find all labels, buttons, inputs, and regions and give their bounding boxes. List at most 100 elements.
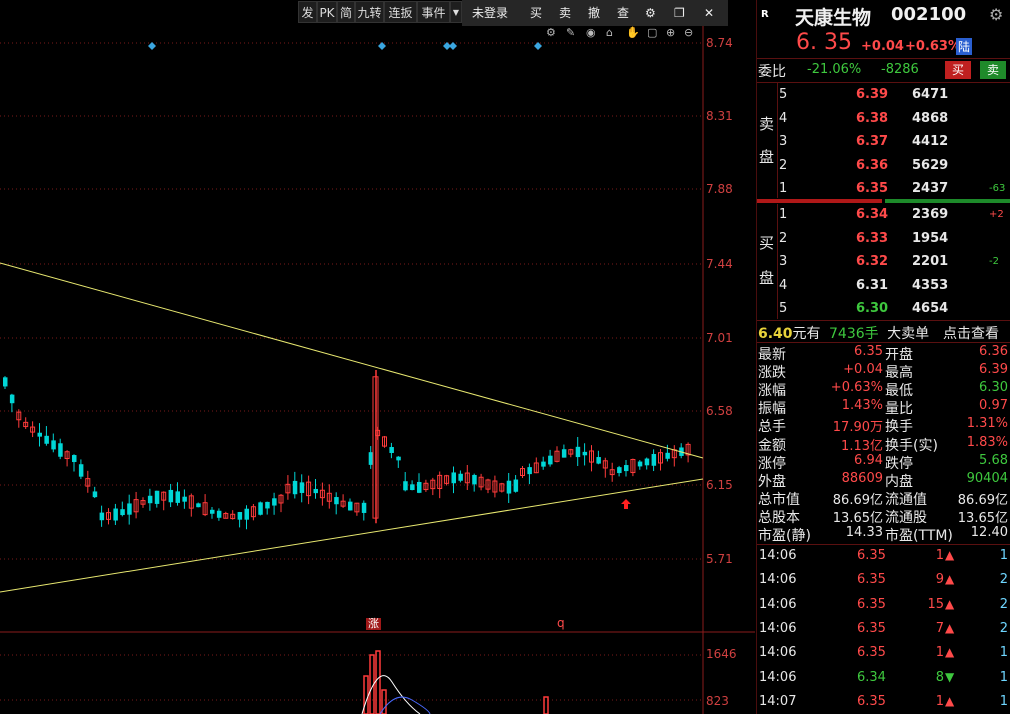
kline-chart[interactable] bbox=[0, 26, 755, 714]
quick-buy-button[interactable]: 买 bbox=[945, 61, 971, 79]
candle-body bbox=[147, 495, 153, 504]
book-change: +2 bbox=[989, 209, 1004, 220]
stat-label: 最低 bbox=[885, 383, 913, 400]
tick-volume: 9 bbox=[935, 572, 944, 588]
weibi-diff: -8286 bbox=[881, 62, 919, 77]
stat-label: 外盘 bbox=[758, 473, 786, 490]
book-level: 3 bbox=[779, 134, 788, 150]
tick-count: 1 bbox=[999, 693, 1008, 709]
stat-label: 总市值 bbox=[758, 491, 800, 508]
candle-body bbox=[617, 467, 622, 474]
price-tick: 6.58 bbox=[706, 404, 733, 418]
candle-body bbox=[299, 482, 305, 493]
tick-count: 1 bbox=[999, 669, 1008, 685]
book-volume: 2437 bbox=[912, 181, 949, 197]
tick-volume: 7 bbox=[935, 620, 944, 636]
limit-up-marker[interactable]: 涨 bbox=[366, 618, 381, 630]
candle-body bbox=[113, 508, 118, 521]
toolbar-button-jiuzhuan[interactable]: 九转 bbox=[355, 1, 384, 23]
book-volume: 2369 bbox=[912, 207, 949, 222]
q-marker[interactable]: q bbox=[557, 616, 565, 630]
event-marker-icon bbox=[449, 42, 457, 50]
book-price[interactable]: 6.32 bbox=[856, 254, 888, 269]
cancel-order-button[interactable]: 撤 bbox=[588, 0, 600, 26]
arrow-up-icon: ▲ bbox=[945, 548, 955, 562]
restore-window-icon[interactable]: ❐ bbox=[674, 0, 685, 26]
book-price[interactable]: 6.36 bbox=[856, 158, 888, 173]
arrow-up-icon: ▲ bbox=[945, 693, 955, 708]
candle-body bbox=[92, 491, 98, 498]
arrow-up-icon: ▲ bbox=[945, 596, 955, 611]
stat-value: 90404 bbox=[966, 470, 1008, 486]
candle-body bbox=[154, 490, 160, 504]
stat-label: 总股本 bbox=[758, 509, 800, 526]
candle-body bbox=[596, 457, 601, 464]
close-icon[interactable]: ✕ bbox=[704, 0, 714, 26]
candle-body bbox=[665, 452, 670, 459]
candle-body bbox=[258, 502, 263, 515]
book-price[interactable]: 6.39 bbox=[856, 87, 888, 102]
book-price[interactable]: 6.35 bbox=[856, 181, 888, 196]
candle-body bbox=[237, 512, 243, 520]
toolbar-dropdown-icon[interactable]: ▼ bbox=[450, 1, 462, 23]
candle-body bbox=[396, 456, 401, 461]
toolbar-button-pk[interactable]: PK bbox=[317, 1, 337, 23]
stat-value: 6.39 bbox=[979, 362, 1008, 378]
stat-value: 12.40 bbox=[970, 525, 1008, 540]
tick-count: 2 bbox=[999, 572, 1008, 588]
current-price: 6. 35 bbox=[796, 30, 852, 55]
stat-label: 市盈(TTM) bbox=[885, 528, 953, 544]
book-volume: 5629 bbox=[912, 157, 949, 173]
tick-price: 6.35 bbox=[857, 572, 886, 588]
candle-body bbox=[472, 474, 477, 485]
login-button[interactable]: 未登录 bbox=[472, 0, 508, 26]
book-price[interactable]: 6.30 bbox=[856, 301, 888, 316]
stat-value: +0.63% bbox=[830, 380, 883, 396]
book-price[interactable]: 6.34 bbox=[856, 207, 888, 222]
candle-body bbox=[637, 461, 643, 467]
book-volume: 1954 bbox=[912, 230, 949, 246]
toolbar-button-simple[interactable]: 简 bbox=[337, 1, 355, 23]
upper-trendline bbox=[0, 262, 704, 459]
sell-button[interactable]: 卖 bbox=[559, 0, 571, 26]
quick-sell-button[interactable]: 卖 bbox=[980, 61, 1006, 79]
stat-label: 市盈(静) bbox=[758, 528, 811, 544]
query-button[interactable]: 查 bbox=[617, 0, 629, 26]
view-big-order-link[interactable]: 点击查看 bbox=[943, 323, 999, 343]
price-change: +0.04 bbox=[861, 39, 904, 54]
settings-icon[interactable]: ⚙ bbox=[645, 0, 656, 26]
toolbar-button-lianban[interactable]: 连扳 bbox=[384, 1, 417, 23]
book-price[interactable]: 6.38 bbox=[856, 111, 888, 126]
candle-body bbox=[37, 432, 42, 437]
book-price[interactable]: 6.31 bbox=[856, 278, 888, 293]
candle-body bbox=[44, 435, 49, 444]
stat-label: 开盘 bbox=[885, 347, 913, 363]
stat-value: 0.97 bbox=[979, 398, 1008, 414]
book-level: 3 bbox=[779, 254, 788, 270]
candle-body bbox=[548, 455, 553, 465]
candle-body bbox=[527, 467, 532, 475]
stat-value: 88609 bbox=[841, 470, 883, 486]
candle-body bbox=[244, 508, 249, 520]
book-price[interactable]: 6.33 bbox=[856, 231, 888, 246]
quote-panel: R 天康生物 002100 ⚙ 6. 35 +0.04 +0.63% 陆 委比 … bbox=[756, 0, 1010, 714]
settings-icon[interactable]: ⚙ bbox=[989, 5, 1003, 24]
trade-bar: 未登录 买 卖 撤 查 ⚙ ❐ ✕ bbox=[462, 0, 728, 26]
big-order-row[interactable]: 6.40元有 7436手 大卖单 bbox=[758, 323, 929, 343]
price-tick: 5.71 bbox=[706, 552, 733, 566]
stat-label: 金额 bbox=[758, 437, 786, 454]
price-tick: 7.88 bbox=[706, 182, 733, 196]
book-price[interactable]: 6.37 bbox=[856, 134, 888, 149]
candle-body bbox=[624, 465, 629, 472]
tick-time: 14:06 bbox=[759, 596, 797, 612]
toolbar-button-fa[interactable]: 发 bbox=[298, 1, 317, 23]
buy-button[interactable]: 买 bbox=[530, 0, 542, 26]
stat-label: 最新 bbox=[758, 347, 786, 363]
candle-body bbox=[389, 447, 394, 453]
toolbar-button-event[interactable]: 事件 bbox=[417, 1, 450, 23]
book-change: -63 bbox=[989, 183, 1006, 195]
buy-signal-arrow-icon bbox=[621, 499, 631, 509]
candle-body bbox=[99, 512, 105, 521]
book-change: -2 bbox=[989, 256, 999, 268]
price-tick: 8.74 bbox=[706, 36, 733, 50]
